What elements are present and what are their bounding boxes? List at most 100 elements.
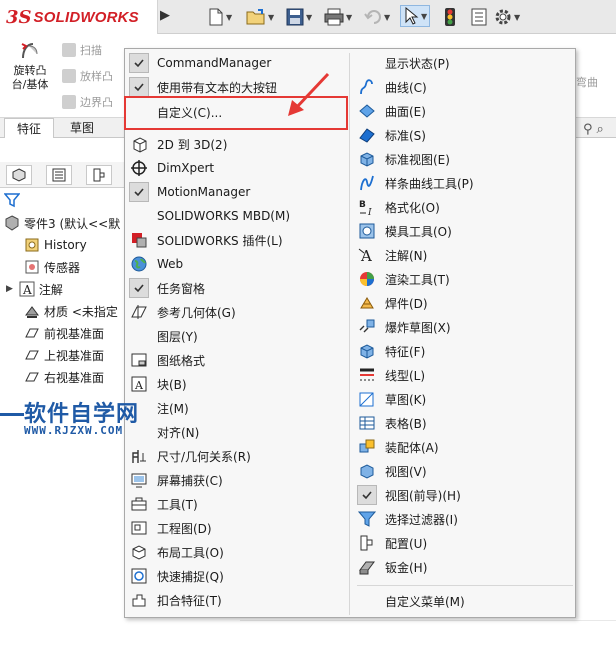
expand-menu-arrow-icon[interactable]: ▶ xyxy=(160,8,172,26)
menu-item-sheet-metal[interactable]: 钣金(H) xyxy=(357,556,427,578)
menu-item-customize-menu[interactable]: 自定义菜单(M) xyxy=(357,590,465,612)
feature-tree-tab[interactable] xyxy=(6,165,32,185)
tab-sketch[interactable]: 草图 xyxy=(58,118,106,138)
menu-item-large-buttons-with-text[interactable]: 使用带有文本的大按钮 xyxy=(129,76,277,98)
configuration-manager-tab[interactable] xyxy=(86,165,112,185)
explode-sketch-icon xyxy=(357,317,377,337)
selection-filter-icon xyxy=(357,509,377,529)
flex-button[interactable]: 弯曲 xyxy=(576,74,598,90)
title-bar: 3S SOLIDWORKS ▶ ▼ ▼ ▼ ▼ ▼ ▼ ▼ xyxy=(0,0,616,34)
zoom-area-icon[interactable]: ⌕ xyxy=(597,122,604,137)
revolve-icon xyxy=(21,43,38,59)
menu-item-dimxpert[interactable]: DimXpert xyxy=(129,157,214,179)
tab-features[interactable]: 特征 xyxy=(4,118,55,138)
solidworks-logo[interactable]: 3S SOLIDWORKS xyxy=(0,0,158,34)
tree-item-label: 右视基准面 xyxy=(44,370,105,385)
menu-item-view[interactable]: 视图(V) xyxy=(357,460,427,482)
menu-item-line-format[interactable]: 线型(L) xyxy=(357,364,425,386)
file-properties-button[interactable] xyxy=(470,6,488,28)
logo-text: SOLIDWORKS xyxy=(33,8,139,26)
menu-item-format[interactable]: BI 格式化(O) xyxy=(357,196,440,218)
tree-item-front-plane[interactable]: 前视基准面 xyxy=(24,322,104,344)
rebuild-button[interactable] xyxy=(444,6,456,28)
menu-item-render-tools[interactable]: 渲染工具(T) xyxy=(357,268,450,290)
plane-icon xyxy=(24,325,40,341)
menu-item-dimensions-relations[interactable]: 尺寸/几何关系(R) xyxy=(129,445,251,467)
weldment-icon xyxy=(357,293,377,313)
menu-item-layer[interactable]: 图层(Y) xyxy=(129,325,198,347)
menu-item-screen-capture[interactable]: 屏幕捕获(C) xyxy=(129,469,223,491)
menu-item-solidworks-addins[interactable]: SOLIDWORKS 插件(L) xyxy=(129,229,283,251)
menu-item-label: 特征(F) xyxy=(385,344,426,359)
tree-item-top-plane[interactable]: 上视基准面 xyxy=(24,344,104,366)
menu-item-reference-geometry[interactable]: 参考几何体(G) xyxy=(129,301,236,323)
menu-item-task-pane[interactable]: 任务窗格 xyxy=(129,277,205,299)
menu-item-label: 线型(L) xyxy=(385,368,426,383)
checkmark-icon xyxy=(129,53,149,73)
menu-item-view-heads-up[interactable]: 视图(前导)(H) xyxy=(357,484,461,506)
zoom-fit-icon[interactable]: ⚲ xyxy=(583,122,593,137)
menu-item-assembly[interactable]: 装配体(A) xyxy=(357,436,439,458)
watermark-line xyxy=(0,413,24,416)
options-button[interactable]: ▼ xyxy=(494,6,520,28)
menu-item-block[interactable]: A 块(B) xyxy=(129,373,187,395)
menu-item-display-states[interactable]: 显示状态(P) xyxy=(357,52,450,74)
menu-item-curves[interactable]: 曲线(C) xyxy=(357,76,427,98)
menu-item-surfaces[interactable]: 曲面(E) xyxy=(357,100,426,122)
menu-item-spline-tools[interactable]: 样条曲线工具(P) xyxy=(357,172,474,194)
menu-item-commandmanager[interactable]: CommandManager xyxy=(129,52,271,74)
surface-icon xyxy=(357,101,377,121)
menu-item-standard-views[interactable]: 标准视图(E) xyxy=(357,148,450,170)
menu-item-web[interactable]: Web xyxy=(129,253,183,275)
spline-icon xyxy=(357,173,377,193)
menu-item-layout-tools[interactable]: 布局工具(O) xyxy=(129,541,224,563)
tree-item-right-plane[interactable]: 右视基准面 xyxy=(24,366,104,388)
menu-item-tools[interactable]: 工具(T) xyxy=(129,493,198,515)
menu-item-solidworks-mbd[interactable]: SOLIDWORKS MBD(M) xyxy=(129,205,290,227)
view-heads-up-toolbar: ⚲ ⌕ xyxy=(583,122,604,137)
tree-item-sensors[interactable]: 传感器 xyxy=(24,256,80,278)
menu-item-label: 注解(N) xyxy=(385,248,428,263)
menu-item-sheet-format[interactable]: 图纸格式 xyxy=(129,349,205,371)
boundary-icon xyxy=(62,95,76,109)
red-arrow-icon xyxy=(288,72,330,116)
print-button[interactable]: ▼ xyxy=(324,6,352,28)
filter-icon[interactable] xyxy=(4,192,20,208)
menu-item-standard[interactable]: 标准(S) xyxy=(357,124,426,146)
tree-item-annotations[interactable]: ▶ A 注解 xyxy=(6,278,63,300)
new-document-button[interactable]: ▼ xyxy=(208,6,232,28)
menu-item-fastening-features[interactable]: 扣合特征(T) xyxy=(129,589,222,611)
table-icon xyxy=(357,413,377,433)
menu-item-weldments[interactable]: 焊件(D) xyxy=(357,292,428,314)
revolve-boss-button[interactable]: 旋转凸 台/基体 xyxy=(4,40,56,92)
menu-item-configuration[interactable]: 配置(U) xyxy=(357,532,427,554)
menu-item-label: 渲染工具(T) xyxy=(385,272,450,287)
menu-item-explode-sketch[interactable]: 爆炸草图(X) xyxy=(357,316,451,338)
boundary-button[interactable]: 边界凸 xyxy=(62,94,113,110)
menu-item-sketch[interactable]: 草图(K) xyxy=(357,388,426,410)
undo-button[interactable]: ▼ xyxy=(364,6,390,28)
sketch-icon xyxy=(357,389,377,409)
menu-item-annotation[interactable]: A 注解(N) xyxy=(357,244,427,266)
open-button[interactable]: ▼ xyxy=(246,6,274,28)
menu-item-drawing[interactable]: 工程图(D) xyxy=(129,517,212,539)
menu-item-features[interactable]: 特征(F) xyxy=(357,340,425,362)
save-button[interactable]: ▼ xyxy=(286,6,312,28)
sweep-button[interactable]: 扫描 xyxy=(62,42,102,58)
tree-root-part[interactable]: 零件3 (默认<<默 xyxy=(4,212,120,234)
menu-item-label: 格式化(O) xyxy=(385,200,440,215)
menu-item-mold-tools[interactable]: 模具工具(O) xyxy=(357,220,452,242)
menu-item-selection-filter[interactable]: 选择过滤器(I) xyxy=(357,508,458,530)
loft-button[interactable]: 放样凸 xyxy=(62,68,113,84)
property-manager-tab[interactable] xyxy=(46,165,72,185)
menu-item-motionmanager[interactable]: MotionManager xyxy=(129,181,250,203)
tree-item-material[interactable]: 材质 <未指定 xyxy=(24,300,118,322)
select-button[interactable]: ▼ xyxy=(400,5,431,27)
menu-item-align[interactable]: 对齐(N) xyxy=(129,421,199,443)
menu-item-2d-to-3d[interactable]: 2D 到 3D(2) xyxy=(129,133,227,155)
checkmark-icon xyxy=(129,77,149,97)
expand-arrow-icon[interactable]: ▶ xyxy=(6,284,13,294)
menu-item-table[interactable]: 表格(B) xyxy=(357,412,427,434)
tree-item-history[interactable]: History xyxy=(24,234,87,256)
menu-item-quick-snap[interactable]: 快速捕捉(Q) xyxy=(129,565,224,587)
